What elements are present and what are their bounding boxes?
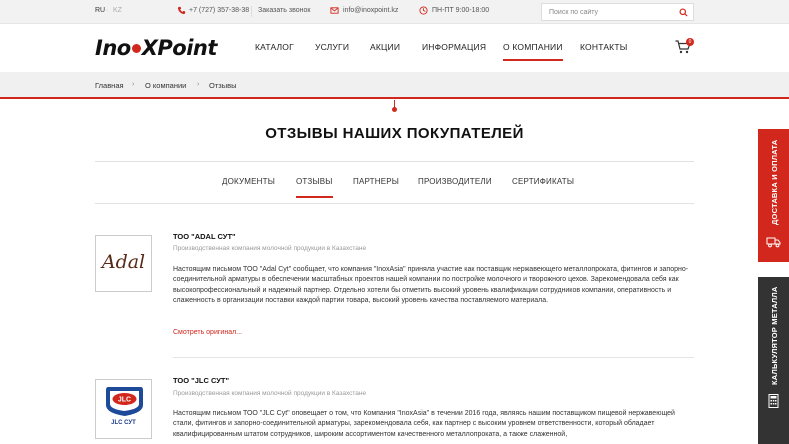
decor-dot bbox=[392, 107, 397, 112]
phone-icon bbox=[177, 6, 186, 15]
review-company-name: ТОО "ADAL СУТ" bbox=[173, 232, 236, 241]
jlc-logo-emblem: JLC bbox=[106, 387, 143, 416]
lang-ru-link[interactable]: RU bbox=[95, 7, 105, 14]
nav-about[interactable]: О КОМПАНИИ bbox=[503, 42, 563, 61]
logo-dot bbox=[131, 44, 141, 53]
delivery-side-label: ДОСТАВКА И ОПЛАТА bbox=[769, 139, 779, 225]
review-divider bbox=[173, 357, 694, 358]
review-logo-jlc[interactable]: JLC JLC СУТ bbox=[95, 379, 152, 439]
logo-text-part1: Ino bbox=[95, 36, 131, 60]
nav-services[interactable]: УСЛУГИ bbox=[315, 42, 349, 52]
main-header: Ino XPoint КАТАЛОГ УСЛУГИ АКЦИИ ИНФОРМАЦИ… bbox=[0, 24, 789, 72]
working-hours: ПН-ПТ 9:00-18:00 bbox=[432, 7, 490, 14]
calculator-side-tab[interactable]: КАЛЬКУЛЯТОР МЕТАЛЛА bbox=[758, 277, 789, 444]
calculator-icon bbox=[768, 394, 779, 408]
review-company-subtitle: Производственная компания молочной проду… bbox=[173, 245, 367, 252]
review-text: Настоящим письмом ТОО "JLC Cyt" оповещае… bbox=[173, 410, 675, 438]
tab-documents[interactable]: ДОКУМЕНТЫ bbox=[222, 177, 275, 186]
search-icon[interactable] bbox=[679, 8, 688, 17]
delivery-side-tab[interactable]: ДОСТАВКА И ОПЛАТА bbox=[758, 129, 789, 262]
site-logo[interactable]: Ino XPoint bbox=[95, 36, 217, 60]
review-text: Настоящим письмом ТОО "Adal Cyt" сообщае… bbox=[173, 266, 689, 305]
jlc-logo-text: JLC bbox=[118, 397, 131, 404]
nav-promo[interactable]: АКЦИИ bbox=[370, 42, 400, 52]
truck-icon bbox=[766, 237, 781, 248]
mail-icon bbox=[330, 7, 339, 14]
email-link[interactable]: info@inoxpoint.kz bbox=[343, 7, 398, 14]
divider bbox=[251, 6, 252, 17]
jlc-logo-caption: JLC СУТ bbox=[111, 420, 136, 426]
tab-partners[interactable]: ПАРТНЕРЫ bbox=[353, 177, 399, 186]
breadcrumb-home[interactable]: Главная bbox=[95, 81, 124, 90]
divider bbox=[95, 161, 694, 162]
tab-certificates[interactable]: СЕРТИФИКАТЫ bbox=[512, 177, 574, 186]
review-logo-adal[interactable]: Adal bbox=[95, 235, 152, 292]
phone-number[interactable]: +7 (727) 357-38-38 bbox=[189, 7, 249, 14]
view-original-link[interactable]: Смотреть оригинал... bbox=[173, 329, 242, 336]
breadcrumb-separator: › bbox=[197, 81, 200, 88]
adal-logo-text: Adal bbox=[101, 251, 146, 273]
lang-kz-link[interactable]: KZ bbox=[113, 7, 122, 14]
tab-reviews[interactable]: ОТЗЫВЫ bbox=[296, 177, 333, 198]
divider bbox=[95, 203, 694, 204]
nav-catalog[interactable]: КАТАЛОГ bbox=[255, 42, 294, 52]
breadcrumb: Главная › О компании › Отзывы bbox=[0, 72, 789, 99]
logo-text-part2: XPoint bbox=[141, 36, 218, 60]
page-title: ОТЗЫВЫ НАШИХ ПОКУПАТЕЛЕЙ bbox=[265, 125, 524, 142]
nav-contacts[interactable]: КОНТАКТЫ bbox=[580, 42, 627, 52]
breadcrumb-about[interactable]: О компании bbox=[145, 81, 186, 90]
breadcrumb-current: Отзывы bbox=[209, 81, 237, 90]
review-company-subtitle: Производственная компания молочной проду… bbox=[173, 390, 367, 397]
nav-info[interactable]: ИНФОРМАЦИЯ bbox=[422, 42, 486, 52]
search-input[interactable] bbox=[549, 7, 669, 18]
clock-icon bbox=[419, 6, 428, 15]
calculator-side-label: КАЛЬКУЛЯТОР МЕТАЛЛА bbox=[769, 286, 779, 385]
cart-count-badge: 0 bbox=[686, 38, 694, 46]
callback-link[interactable]: Заказать звонок bbox=[258, 7, 310, 14]
review-company-name: ТОО "JLC СУТ" bbox=[173, 376, 230, 385]
search-box bbox=[541, 3, 694, 21]
lang-separator: · bbox=[106, 7, 109, 14]
tab-manufacturers[interactable]: ПРОИЗВОДИТЕЛИ bbox=[418, 177, 492, 186]
top-bar: RU · KZ +7 (727) 357-38-38 Заказать звон… bbox=[0, 0, 789, 24]
breadcrumb-separator: › bbox=[132, 81, 135, 88]
